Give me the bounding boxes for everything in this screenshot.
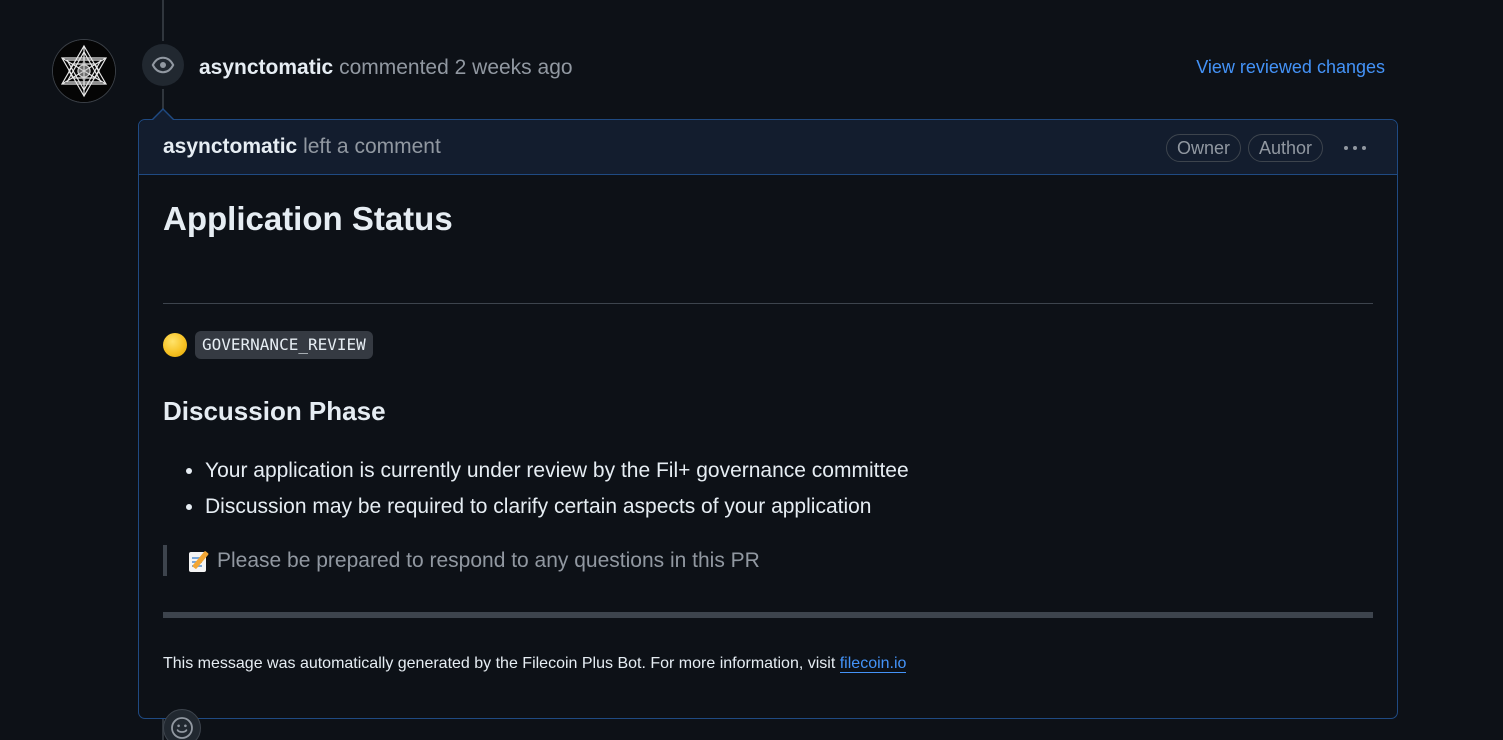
bot-footnote: This message was automatically generated… [163,653,907,675]
owner-label: Owner [1166,134,1242,162]
comment-card: asynctomatic left a comment Owner Author… [138,119,1398,740]
list-item: Your application is currently under revi… [205,453,909,489]
memo-icon [189,550,209,572]
avatar-image [53,40,115,102]
footnote-text: This message was automatically generated… [163,655,840,672]
heading-divider [163,303,1373,304]
list-item: Discussion may be required to clarify ce… [205,489,909,525]
heading-application-status: Application Status [163,200,453,237]
status-row: GOVERNANCE_REVIEW [163,331,373,359]
yellow-circle-icon [163,333,187,357]
quote-text: Please be prepared to respond to any que… [217,549,760,572]
card-pointer-fill [152,110,174,121]
kebab-horizontal-icon[interactable] [1335,136,1375,160]
blockquote: Please be prepared to respond to any que… [163,545,760,576]
heading-discussion-phase: Discussion Phase [163,396,386,426]
filecoin-link[interactable]: filecoin.io [839,655,907,673]
event-author-link[interactable]: asynctomatic [199,56,333,79]
add-reaction-button[interactable] [163,709,201,740]
comment-action: left a comment [303,135,441,158]
event-action: commented [339,56,449,79]
author-label: Author [1248,134,1324,162]
timeline-connector [162,0,164,41]
view-reviewed-changes-link[interactable]: View reviewed changes [1196,55,1385,79]
horizontal-rule [163,612,1373,618]
timeline-view: asynctomatic commented 2 weeks ago View … [0,0,1503,740]
event-badge [142,44,184,86]
eye-icon [151,56,175,74]
comment-header: asynctomatic left a comment Owner Author [139,120,1397,175]
timeline-event-summary: asynctomatic commented 2 weeks ago [199,55,573,81]
smiley-icon [171,717,193,739]
status-code: GOVERNANCE_REVIEW [195,331,373,359]
comment-author-link[interactable]: asynctomatic [163,135,297,158]
comment-author-line: asynctomatic left a comment [163,134,441,160]
avatar[interactable] [53,40,115,102]
info-list: Your application is currently under revi… [163,453,909,525]
event-timestamp[interactable]: 2 weeks ago [455,56,573,79]
